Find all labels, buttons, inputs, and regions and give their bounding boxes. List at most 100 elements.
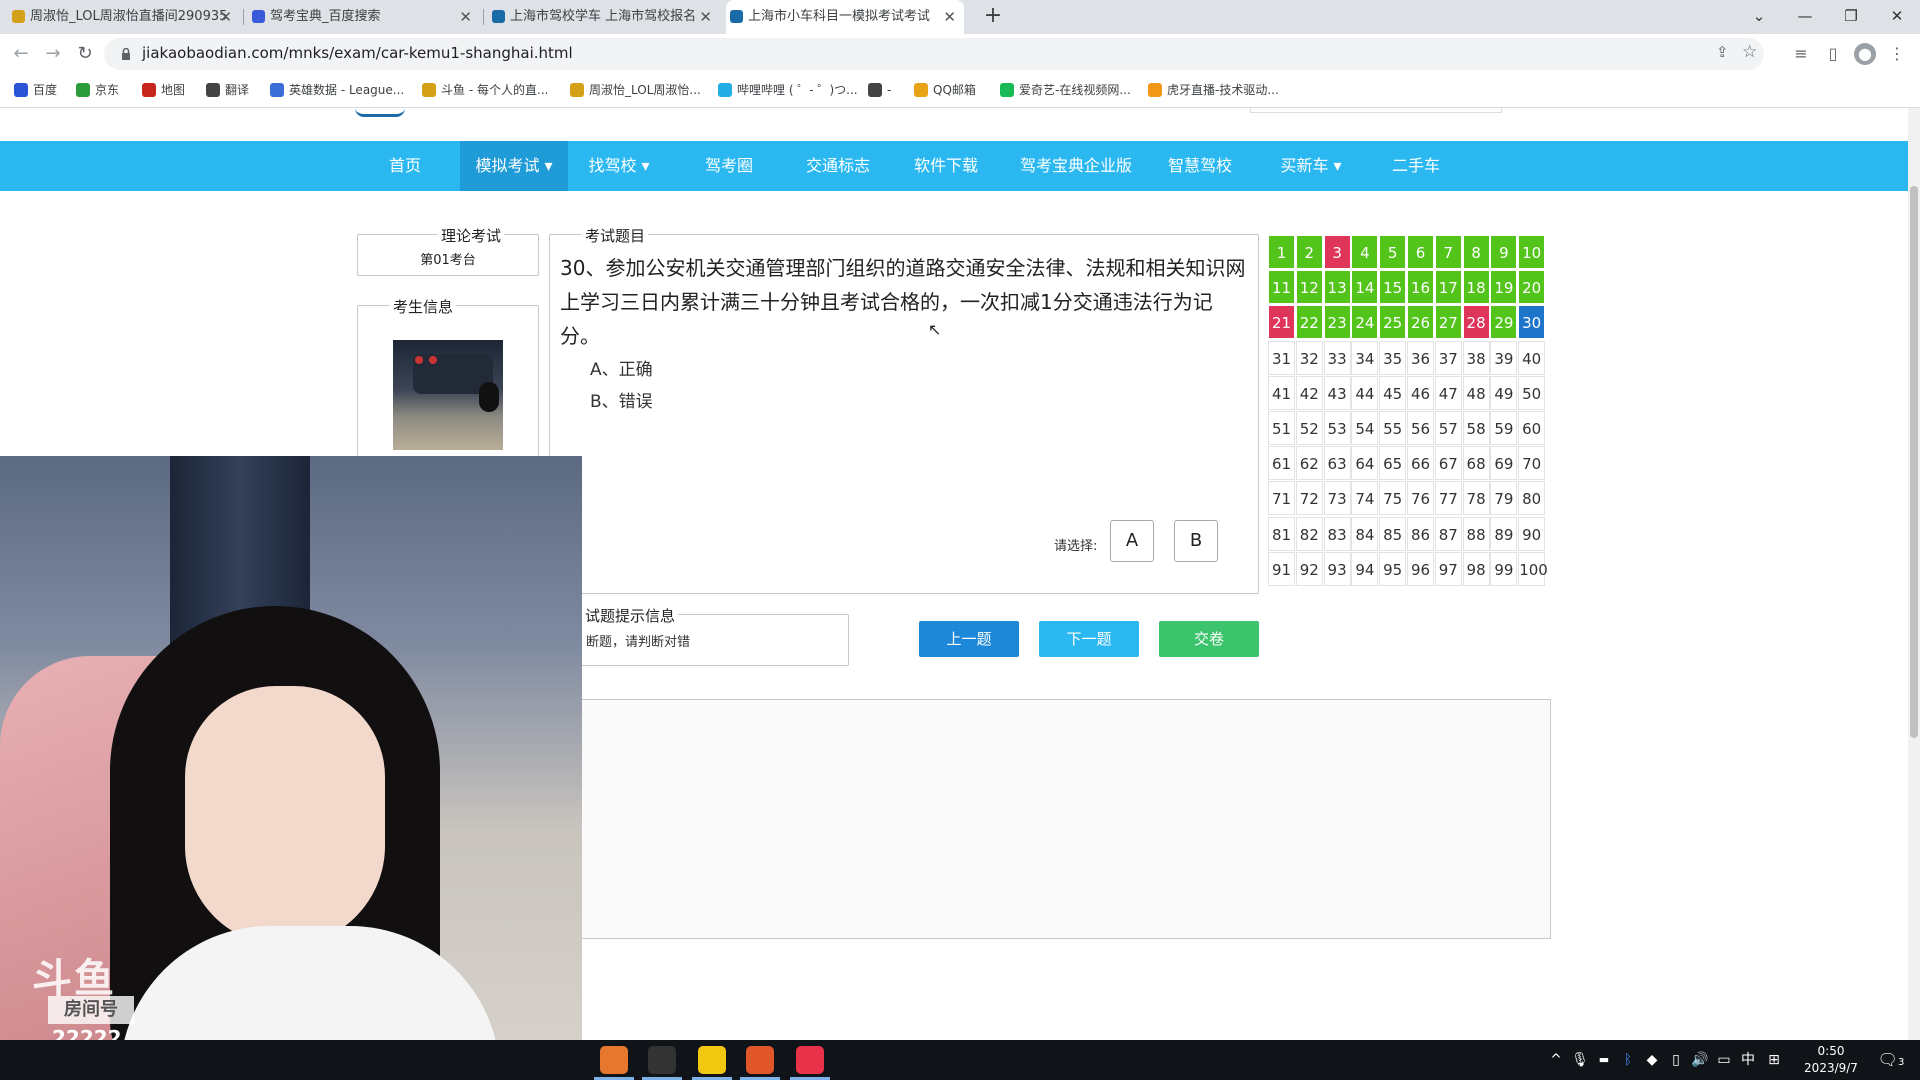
answer-grid-cell[interactable]: 32 — [1295, 340, 1323, 375]
answer-grid-cell[interactable]: 83 — [1323, 516, 1351, 551]
nav-item[interactable]: 找驾校 ▾ — [570, 141, 668, 191]
answer-grid-cell[interactable]: 59 — [1490, 411, 1518, 445]
answer-grid-cell[interactable]: 100 — [1518, 551, 1548, 586]
answer-grid-cell[interactable]: 62 — [1295, 446, 1323, 481]
answer-grid-cell[interactable]: 95 — [1379, 551, 1407, 586]
browser-tab-1[interactable]: 周淑怡_LOL周淑怡直播间290935 ✕ — [8, 0, 240, 34]
answer-grid-cell[interactable]: 29 — [1490, 305, 1518, 340]
answer-grid-cell[interactable]: 78 — [1462, 481, 1490, 516]
answer-grid-cell[interactable]: 68 — [1462, 446, 1490, 481]
taskbar-app-icon[interactable] — [746, 1046, 774, 1074]
answer-grid-cell[interactable]: 13 — [1323, 270, 1351, 305]
close-tab-icon[interactable]: ✕ — [943, 0, 956, 34]
answer-grid-cell[interactable]: 51 — [1268, 411, 1295, 445]
minimize-icon[interactable]: — — [1782, 0, 1828, 34]
answer-grid-cell[interactable]: 96 — [1407, 551, 1434, 586]
bookmark-item[interactable]: 哔哩哔哩 ( ゜- ゜)つ... — [718, 74, 858, 108]
answer-grid-cell[interactable]: 50 — [1518, 375, 1546, 410]
answer-grid-cell[interactable]: 82 — [1295, 516, 1323, 551]
answer-grid-cell[interactable]: 22 — [1295, 305, 1323, 340]
answer-grid-cell[interactable]: 92 — [1295, 551, 1323, 586]
answer-grid-cell[interactable]: 47 — [1434, 375, 1462, 410]
answer-grid-cell[interactable]: 79 — [1490, 481, 1518, 516]
restore-icon[interactable]: ❐ — [1828, 0, 1874, 34]
tray-app2-icon[interactable]: ◆ — [1642, 1040, 1662, 1080]
nav-item[interactable]: 软件下载 — [898, 141, 994, 191]
answer-grid-cell[interactable]: 65 — [1379, 446, 1407, 481]
bookmark-item[interactable]: 京东 — [76, 74, 119, 108]
bookmark-item[interactable]: 斗鱼 - 每个人的直... — [422, 74, 548, 108]
answer-grid-cell[interactable]: 7 — [1434, 235, 1462, 269]
answer-grid-cell[interactable]: 24 — [1351, 305, 1379, 340]
side-panel-icon[interactable]: ▯ — [1822, 43, 1844, 65]
answer-grid-cell[interactable]: 15 — [1379, 270, 1407, 305]
answer-grid-cell[interactable]: 33 — [1323, 340, 1351, 375]
answer-grid-cell[interactable]: 6 — [1407, 235, 1434, 269]
answer-grid-cell[interactable]: 41 — [1268, 375, 1295, 410]
answer-grid-cell[interactable]: 1 — [1268, 235, 1295, 269]
tab-search-icon[interactable]: ⌄ — [1736, 0, 1782, 34]
bookmark-item[interactable]: 周淑怡_LOL周淑怡... — [570, 74, 701, 108]
answer-grid-cell[interactable]: 66 — [1407, 446, 1434, 481]
answer-grid-cell[interactable]: 57 — [1434, 411, 1462, 445]
answer-grid-cell[interactable]: 80 — [1518, 481, 1546, 516]
answer-grid-cell[interactable]: 45 — [1379, 375, 1407, 410]
reload-icon[interactable]: ↻ — [72, 42, 98, 66]
menu-dots-icon[interactable]: ⋮ — [1886, 43, 1908, 65]
answer-grid-cell[interactable]: 88 — [1462, 516, 1490, 551]
profile-avatar-icon[interactable]: ● — [1854, 43, 1876, 65]
taskbar-app-icon[interactable] — [648, 1046, 676, 1074]
ime-mode-icon[interactable]: ⊞ — [1764, 1040, 1784, 1080]
answer-grid-cell[interactable]: 54 — [1351, 411, 1379, 445]
answer-grid-cell[interactable]: 25 — [1379, 305, 1407, 340]
answer-grid-cell[interactable]: 53 — [1323, 411, 1351, 445]
microphone-icon[interactable]: 🎙 — [1570, 1040, 1590, 1080]
answer-grid-cell[interactable]: 3 — [1323, 235, 1351, 269]
answer-grid-cell[interactable]: 76 — [1407, 481, 1434, 516]
answer-grid-cell[interactable]: 81 — [1268, 516, 1295, 551]
answer-grid-cell[interactable]: 60 — [1518, 411, 1546, 445]
answer-grid-cell[interactable]: 98 — [1462, 551, 1490, 586]
answer-grid-cell[interactable]: 86 — [1407, 516, 1434, 551]
bookmark-item[interactable]: - — [868, 74, 891, 108]
answer-grid-cell[interactable]: 67 — [1434, 446, 1462, 481]
taskbar-app-icon[interactable] — [600, 1046, 628, 1074]
answer-grid-cell[interactable]: 38 — [1462, 340, 1490, 375]
answer-grid-cell[interactable]: 37 — [1434, 340, 1462, 375]
new-tab-button[interactable]: + — [979, 0, 1007, 34]
answer-grid-cell[interactable]: 17 — [1434, 270, 1462, 305]
answer-grid-cell[interactable]: 36 — [1407, 340, 1434, 375]
answer-grid-cell[interactable]: 75 — [1379, 481, 1407, 516]
nav-item[interactable]: 驾考圈 — [684, 141, 774, 191]
answer-grid-cell[interactable]: 73 — [1323, 481, 1351, 516]
answer-grid-cell[interactable]: 34 — [1351, 340, 1379, 375]
answer-grid-cell[interactable]: 69 — [1490, 446, 1518, 481]
answer-grid-cell[interactable]: 49 — [1490, 375, 1518, 410]
ime-indicator[interactable]: 中 — [1738, 1040, 1758, 1080]
answer-grid-cell[interactable]: 31 — [1268, 340, 1295, 375]
taskbar-app-icon[interactable] — [698, 1046, 726, 1074]
close-tab-icon[interactable]: ✕ — [219, 0, 232, 34]
answer-grid-cell[interactable]: 58 — [1462, 411, 1490, 445]
bookmark-item[interactable]: 地图 — [142, 74, 185, 108]
answer-grid-cell[interactable]: 39 — [1490, 340, 1518, 375]
answer-grid-cell[interactable]: 63 — [1323, 446, 1351, 481]
answer-grid-cell[interactable]: 20 — [1518, 270, 1546, 305]
browser-tab-2[interactable]: 驾考宝典_百度搜索 ✕ — [248, 0, 480, 34]
bookmark-star-icon[interactable]: ☆ — [1742, 42, 1757, 62]
answer-grid-cell[interactable]: 55 — [1379, 411, 1407, 445]
answer-grid-cell[interactable]: 84 — [1351, 516, 1379, 551]
close-tab-icon[interactable]: ✕ — [459, 0, 472, 34]
answer-grid-cell[interactable]: 44 — [1351, 375, 1379, 410]
answer-grid-cell[interactable]: 27 — [1434, 305, 1462, 340]
share-icon[interactable]: ⇪ — [1716, 43, 1729, 61]
answer-grid-cell[interactable]: 91 — [1268, 551, 1295, 586]
tray-chevron-icon[interactable]: ^ — [1546, 1040, 1566, 1080]
answer-grid-cell[interactable]: 21 — [1268, 305, 1295, 340]
answer-grid-cell[interactable]: 72 — [1295, 481, 1323, 516]
answer-b-button[interactable]: B — [1174, 520, 1218, 562]
nav-item[interactable]: 模拟考试 ▾ — [460, 141, 568, 191]
answer-grid-cell[interactable]: 5 — [1379, 235, 1407, 269]
bookmark-item[interactable]: 百度 — [14, 74, 57, 108]
answer-grid-cell[interactable]: 48 — [1462, 375, 1490, 410]
